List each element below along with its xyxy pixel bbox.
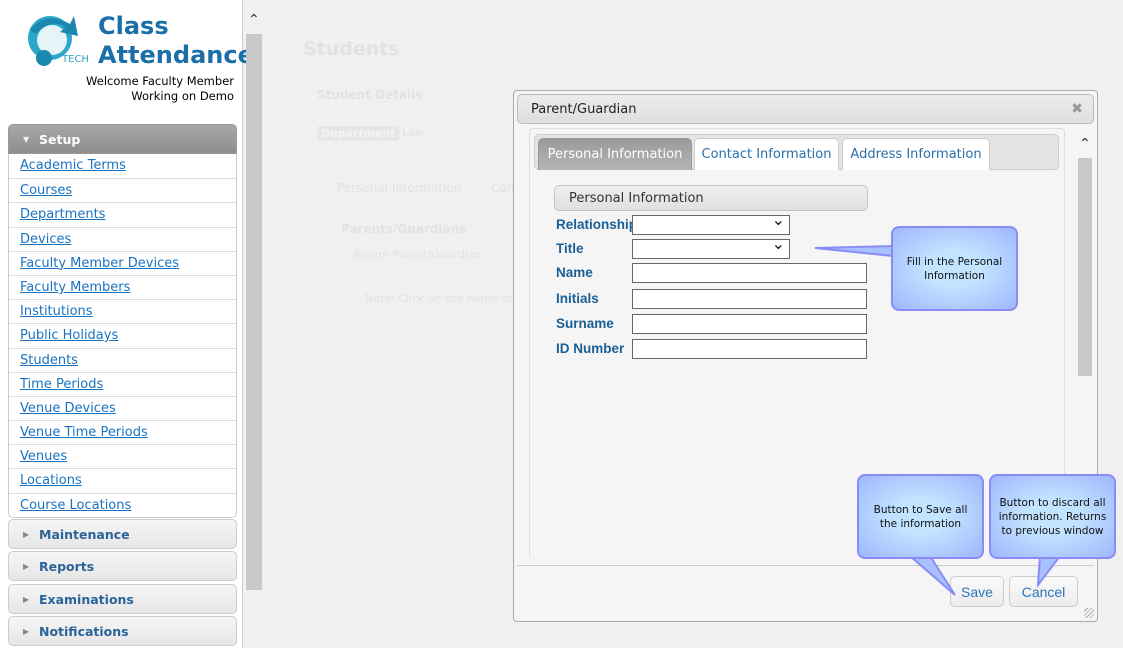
svg-text:TECH: TECH <box>61 54 89 65</box>
field-label: Relationship <box>556 217 638 232</box>
sidebar-item-time-periods[interactable]: Time Periods <box>9 371 236 396</box>
app-title-line1: Class <box>98 12 169 40</box>
accordion-notifications[interactable]: ▶ Notifications <box>8 616 237 646</box>
field-label: ID Number <box>556 341 625 356</box>
sidebar-item-courses[interactable]: Courses <box>9 178 236 202</box>
scroll-thumb[interactable] <box>1078 158 1092 376</box>
sidebar-item-course-locations[interactable]: Course Locations <box>9 492 236 517</box>
sidebar-item-devices[interactable]: Devices <box>9 226 236 251</box>
scroll-up-icon[interactable]: ⌃ <box>1079 136 1091 152</box>
tab-address-information[interactable]: Address Information <box>842 138 990 170</box>
field-label: Title <box>556 241 584 256</box>
iptech-logo: TECH <box>28 16 89 66</box>
tab-personal-information[interactable]: Personal Information <box>538 138 692 170</box>
initials-input[interactable] <box>632 289 867 309</box>
accordion-label: Notifications <box>39 624 129 639</box>
tab-contact-information[interactable]: Contact Information <box>694 138 839 170</box>
dialog-title: Parent/Guardian <box>531 102 637 117</box>
working-on: Working on Demo <box>131 89 234 103</box>
sidebar-item-academic-terms[interactable]: Academic Terms <box>9 154 236 178</box>
chevron-down-icon: ⌄ <box>771 234 785 253</box>
page-scrollbar[interactable]: ⌃ <box>246 12 262 592</box>
chevron-down-icon: ⌄ <box>771 210 785 229</box>
title-select[interactable]: ⌄ <box>632 234 790 259</box>
sidebar-item-faculty-member-devices[interactable]: Faculty Member Devices <box>9 250 236 275</box>
callout-save-info: Button to Save all the information <box>857 474 984 559</box>
caret-right-icon: ▶ <box>23 627 30 636</box>
sidebar: TECH Class Attendance Welcome Faculty Me… <box>0 0 254 648</box>
accordion-examinations[interactable]: ▶ Examinations <box>8 584 237 614</box>
dialog-content: Personal Information Contact Information… <box>529 128 1065 559</box>
accordion-label: Reports <box>39 559 95 574</box>
accordion-label: Setup <box>39 132 81 147</box>
close-icon[interactable]: ✖ <box>1071 101 1083 117</box>
accordion-label: Examinations <box>39 592 134 607</box>
department-label: Department <box>318 126 399 141</box>
bg-tab-personal: Personal Information <box>337 181 462 195</box>
sidebar-item-institutions[interactable]: Institutions <box>9 299 236 323</box>
accordion-maintenance[interactable]: ▶ Maintenance <box>8 519 237 549</box>
section-title: Student Details <box>317 88 423 102</box>
welcome-user: Welcome Faculty Member <box>86 74 234 88</box>
app-title: Class Attendance <box>98 12 254 70</box>
caret-right-icon: ▶ <box>23 562 30 571</box>
setup-menu: Academic Terms Courses Departments Devices F… <box>8 154 237 518</box>
app-title-line2: Attendance <box>98 41 254 69</box>
department-value: Law <box>402 126 424 139</box>
bg-assign-button: Assign Parent/Guardian <box>353 248 482 261</box>
dialog-titlebar[interactable]: Parent/Guardian ✖ <box>517 94 1094 124</box>
relationship-select[interactable]: ⌄ <box>632 210 790 235</box>
accordion-reports[interactable]: ▶ Reports <box>8 551 237 581</box>
bg-note: Note: Click on the name of t <box>365 292 520 305</box>
sidebar-item-locations[interactable]: Locations <box>9 468 236 492</box>
sidebar-item-venue-devices[interactable]: Venue Devices <box>9 395 236 420</box>
bg-subsection: Parents/Guardians <box>341 222 467 236</box>
tab-bar: Personal Information Contact Information… <box>534 134 1059 170</box>
save-button[interactable]: Save <box>950 576 1004 607</box>
accordion-setup[interactable]: ▼ Setup <box>8 124 237 154</box>
surname-input[interactable] <box>632 314 867 334</box>
caret-down-icon: ▼ <box>23 135 30 144</box>
welcome-text: Welcome Faculty Member Working on Demo <box>86 74 234 104</box>
field-label: Name <box>556 265 593 280</box>
divider <box>517 565 1094 566</box>
caret-right-icon: ▶ <box>23 530 30 539</box>
sidebar-item-students[interactable]: Students <box>9 347 236 372</box>
sidebar-item-venues[interactable]: Venues <box>9 444 236 468</box>
callout-cancel-info: Button to discard all information. Retur… <box>989 474 1116 559</box>
resize-grip-icon[interactable] <box>1084 608 1094 618</box>
bg-tab-contact: Con <box>491 181 515 195</box>
scroll-track[interactable] <box>246 34 262 590</box>
field-label: Initials <box>556 291 599 306</box>
page-title: Students <box>303 38 400 60</box>
id-number-input[interactable] <box>632 339 867 359</box>
cancel-button[interactable]: Cancel <box>1009 576 1078 607</box>
sidebar-item-public-holidays[interactable]: Public Holidays <box>9 323 236 347</box>
scroll-up-icon[interactable]: ⌃ <box>248 12 260 28</box>
sidebar-item-venue-time-periods[interactable]: Venue Time Periods <box>9 420 236 444</box>
accordion-label: Maintenance <box>39 527 130 542</box>
sidebar-item-departments[interactable]: Departments <box>9 202 236 226</box>
name-input[interactable] <box>632 263 867 283</box>
section-header: Personal Information <box>554 185 868 211</box>
sidebar-item-faculty-members[interactable]: Faculty Members <box>9 274 236 299</box>
callout-fill-info: Fill in the Personal Information <box>891 226 1018 311</box>
field-label: Surname <box>556 316 614 331</box>
caret-right-icon: ▶ <box>23 595 30 604</box>
